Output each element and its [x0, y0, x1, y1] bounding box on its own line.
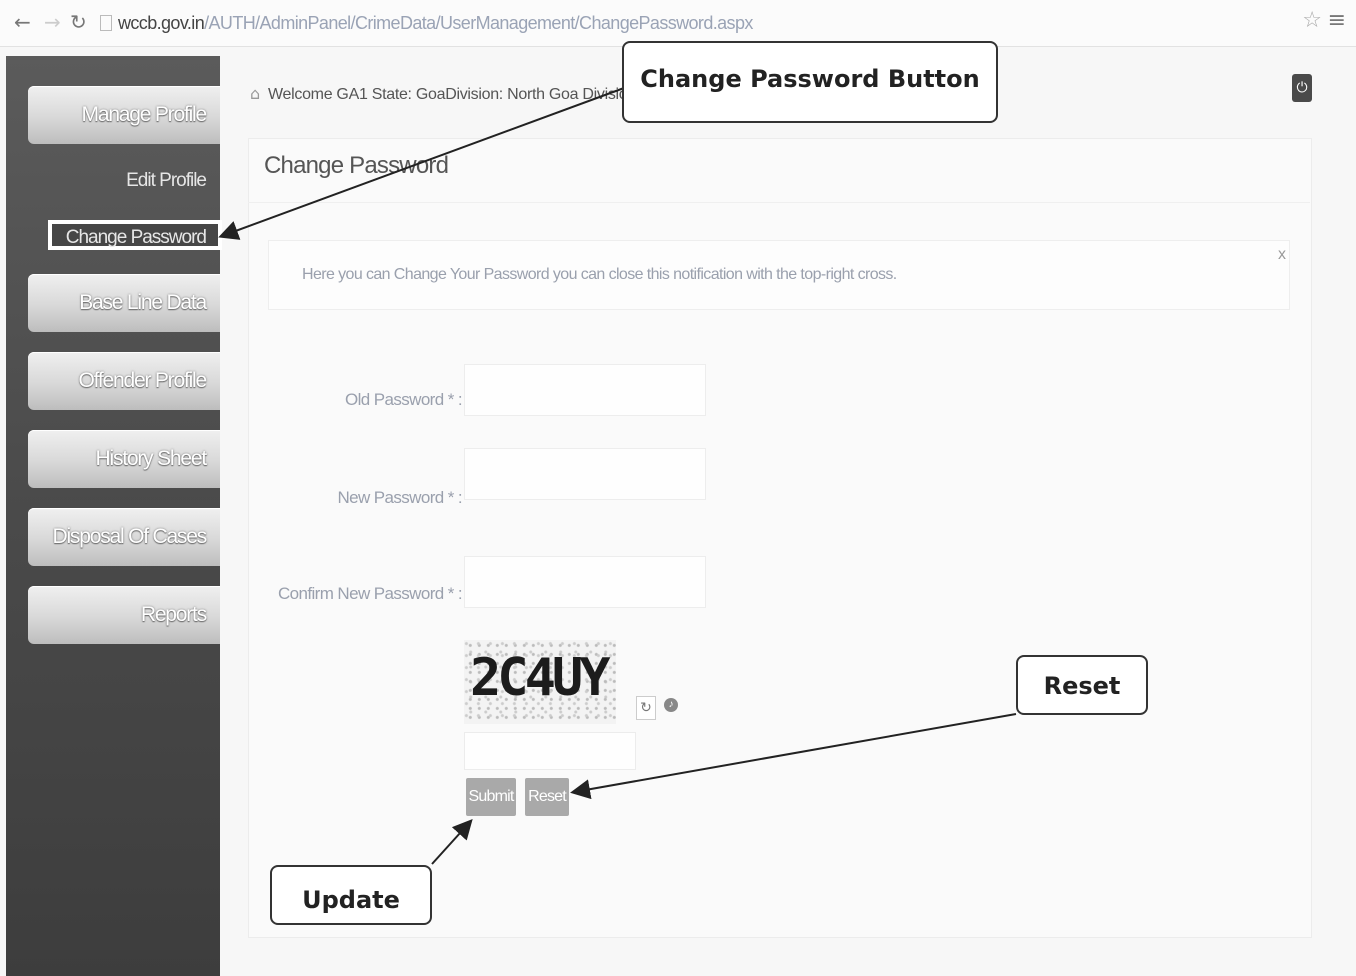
address-bar[interactable]: wccb.gov.in/AUTH/AdminPanel/CrimeData/Us…	[100, 10, 1250, 36]
new-password-label: New Password * :	[337, 488, 462, 507]
sidebar-item-offender-profile[interactable]: Offender Profile	[28, 352, 220, 410]
callout-reset: Reset	[1016, 655, 1148, 715]
page-icon	[100, 15, 112, 31]
welcome-label: Welcome GA1 State: GoaDivision: North Go…	[268, 86, 636, 103]
submit-button[interactable]: Submit	[466, 778, 516, 816]
close-icon[interactable]: x	[1278, 246, 1286, 264]
sidebar-item-change-password[interactable]: Change Password	[48, 220, 222, 250]
new-password-field[interactable]	[464, 448, 706, 500]
sidebar-item-disposal-of-cases[interactable]: Disposal Of Cases	[28, 508, 220, 566]
confirm-password-field[interactable]	[464, 556, 706, 608]
old-password-field[interactable]	[464, 364, 706, 416]
reload-icon[interactable]: ↻	[70, 10, 87, 34]
sidebar-item-reports[interactable]: Reports	[28, 586, 220, 644]
sidebar-item-base-line-data[interactable]: Base Line Data	[28, 274, 220, 332]
bookmark-star-icon[interactable]: ☆	[1302, 8, 1322, 33]
old-password-label: Old Password * :	[344, 390, 463, 409]
home-icon[interactable]: ⌂	[250, 84, 262, 103]
welcome-text: ⌂ Welcome GA1 State: GoaDivision: North G…	[250, 84, 636, 104]
reset-button[interactable]: Reset	[525, 778, 569, 816]
sidebar-item-manage-profile[interactable]: Manage Profile	[28, 86, 220, 144]
menu-icon[interactable]: ≡	[1328, 8, 1346, 33]
url-host: wccb.gov.in	[118, 13, 205, 33]
captcha-refresh-icon[interactable]: ↻	[636, 696, 656, 720]
browser-toolbar: ← → ↻ wccb.gov.in/AUTH/AdminPanel/CrimeD…	[0, 0, 1356, 47]
captcha-input[interactable]	[464, 732, 636, 770]
sidebar: Manage Profile Edit Profile Change Passw…	[6, 56, 222, 976]
sidebar-item-edit-profile[interactable]: Edit Profile	[126, 170, 207, 192]
captcha-audio-icon[interactable]: ♪	[664, 698, 678, 712]
url-path: /AUTH/AdminPanel/CrimeData/UserManagemen…	[204, 13, 753, 33]
power-icon[interactable]: ⏻	[1292, 74, 1312, 102]
callout-change-password-button: Change Password Button	[622, 41, 998, 123]
notification-text: Here you can Change Your Password you ca…	[302, 266, 897, 283]
forward-arrow-icon[interactable]: →	[44, 10, 61, 34]
confirm-password-label: Confirm New Password * :	[278, 584, 463, 603]
captcha-text: 2C4UY	[470, 648, 611, 708]
back-arrow-icon[interactable]: ←	[14, 10, 31, 34]
divider	[248, 202, 1310, 203]
callout-update: Update	[270, 865, 432, 925]
sidebar-item-history-sheet[interactable]: History Sheet	[28, 430, 220, 488]
page-title: Change Password	[264, 152, 449, 179]
